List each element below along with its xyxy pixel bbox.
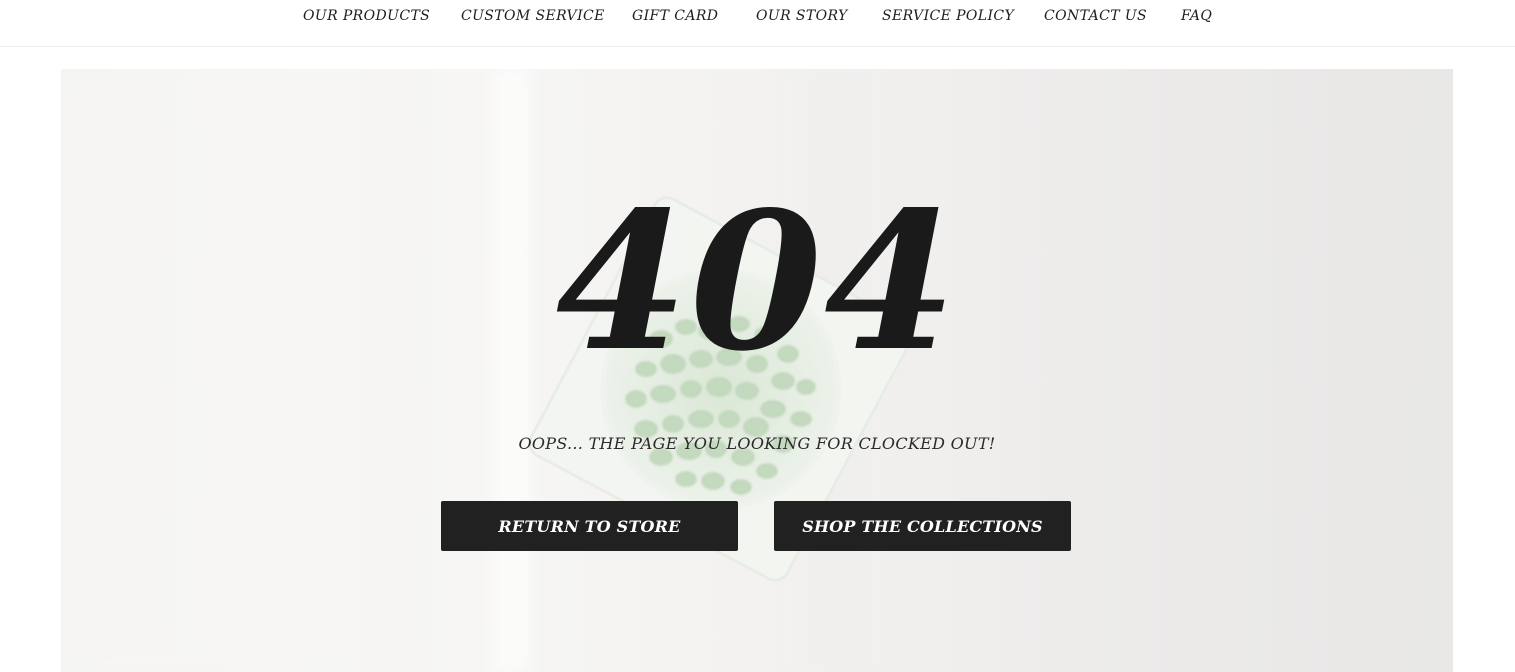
nav-item-our-story[interactable]: OUR STORY	[756, 8, 848, 24]
error-message: OOPS... THE PAGE YOU LOOKING FOR CLOCKED…	[518, 434, 996, 453]
shop-collections-button[interactable]: SHOP THE COLLECTIONS	[774, 501, 1071, 551]
nav-item-custom-service[interactable]: CUSTOM SERVICE	[461, 8, 605, 24]
hero-banner: 404 OOPS... THE PAGE YOU LOOKING FOR CLO…	[61, 69, 1453, 672]
nav-item-gift-card[interactable]: GIFT CARD	[632, 8, 718, 24]
nav-item-contact-us[interactable]: CONTACT US	[1044, 8, 1147, 24]
return-to-store-button[interactable]: RETURN TO STORE	[441, 501, 738, 551]
nav-item-our-products[interactable]: OUR PRODUCTS	[303, 8, 430, 24]
nav-item-service-policy[interactable]: SERVICE POLICY	[882, 8, 1014, 24]
nav-item-faq[interactable]: FAQ	[1181, 8, 1212, 24]
error-code-404: 404	[555, 170, 959, 393]
top-navigation: OUR PRODUCTS CUSTOM SERVICE GIFT CARD OU…	[0, 0, 1515, 47]
